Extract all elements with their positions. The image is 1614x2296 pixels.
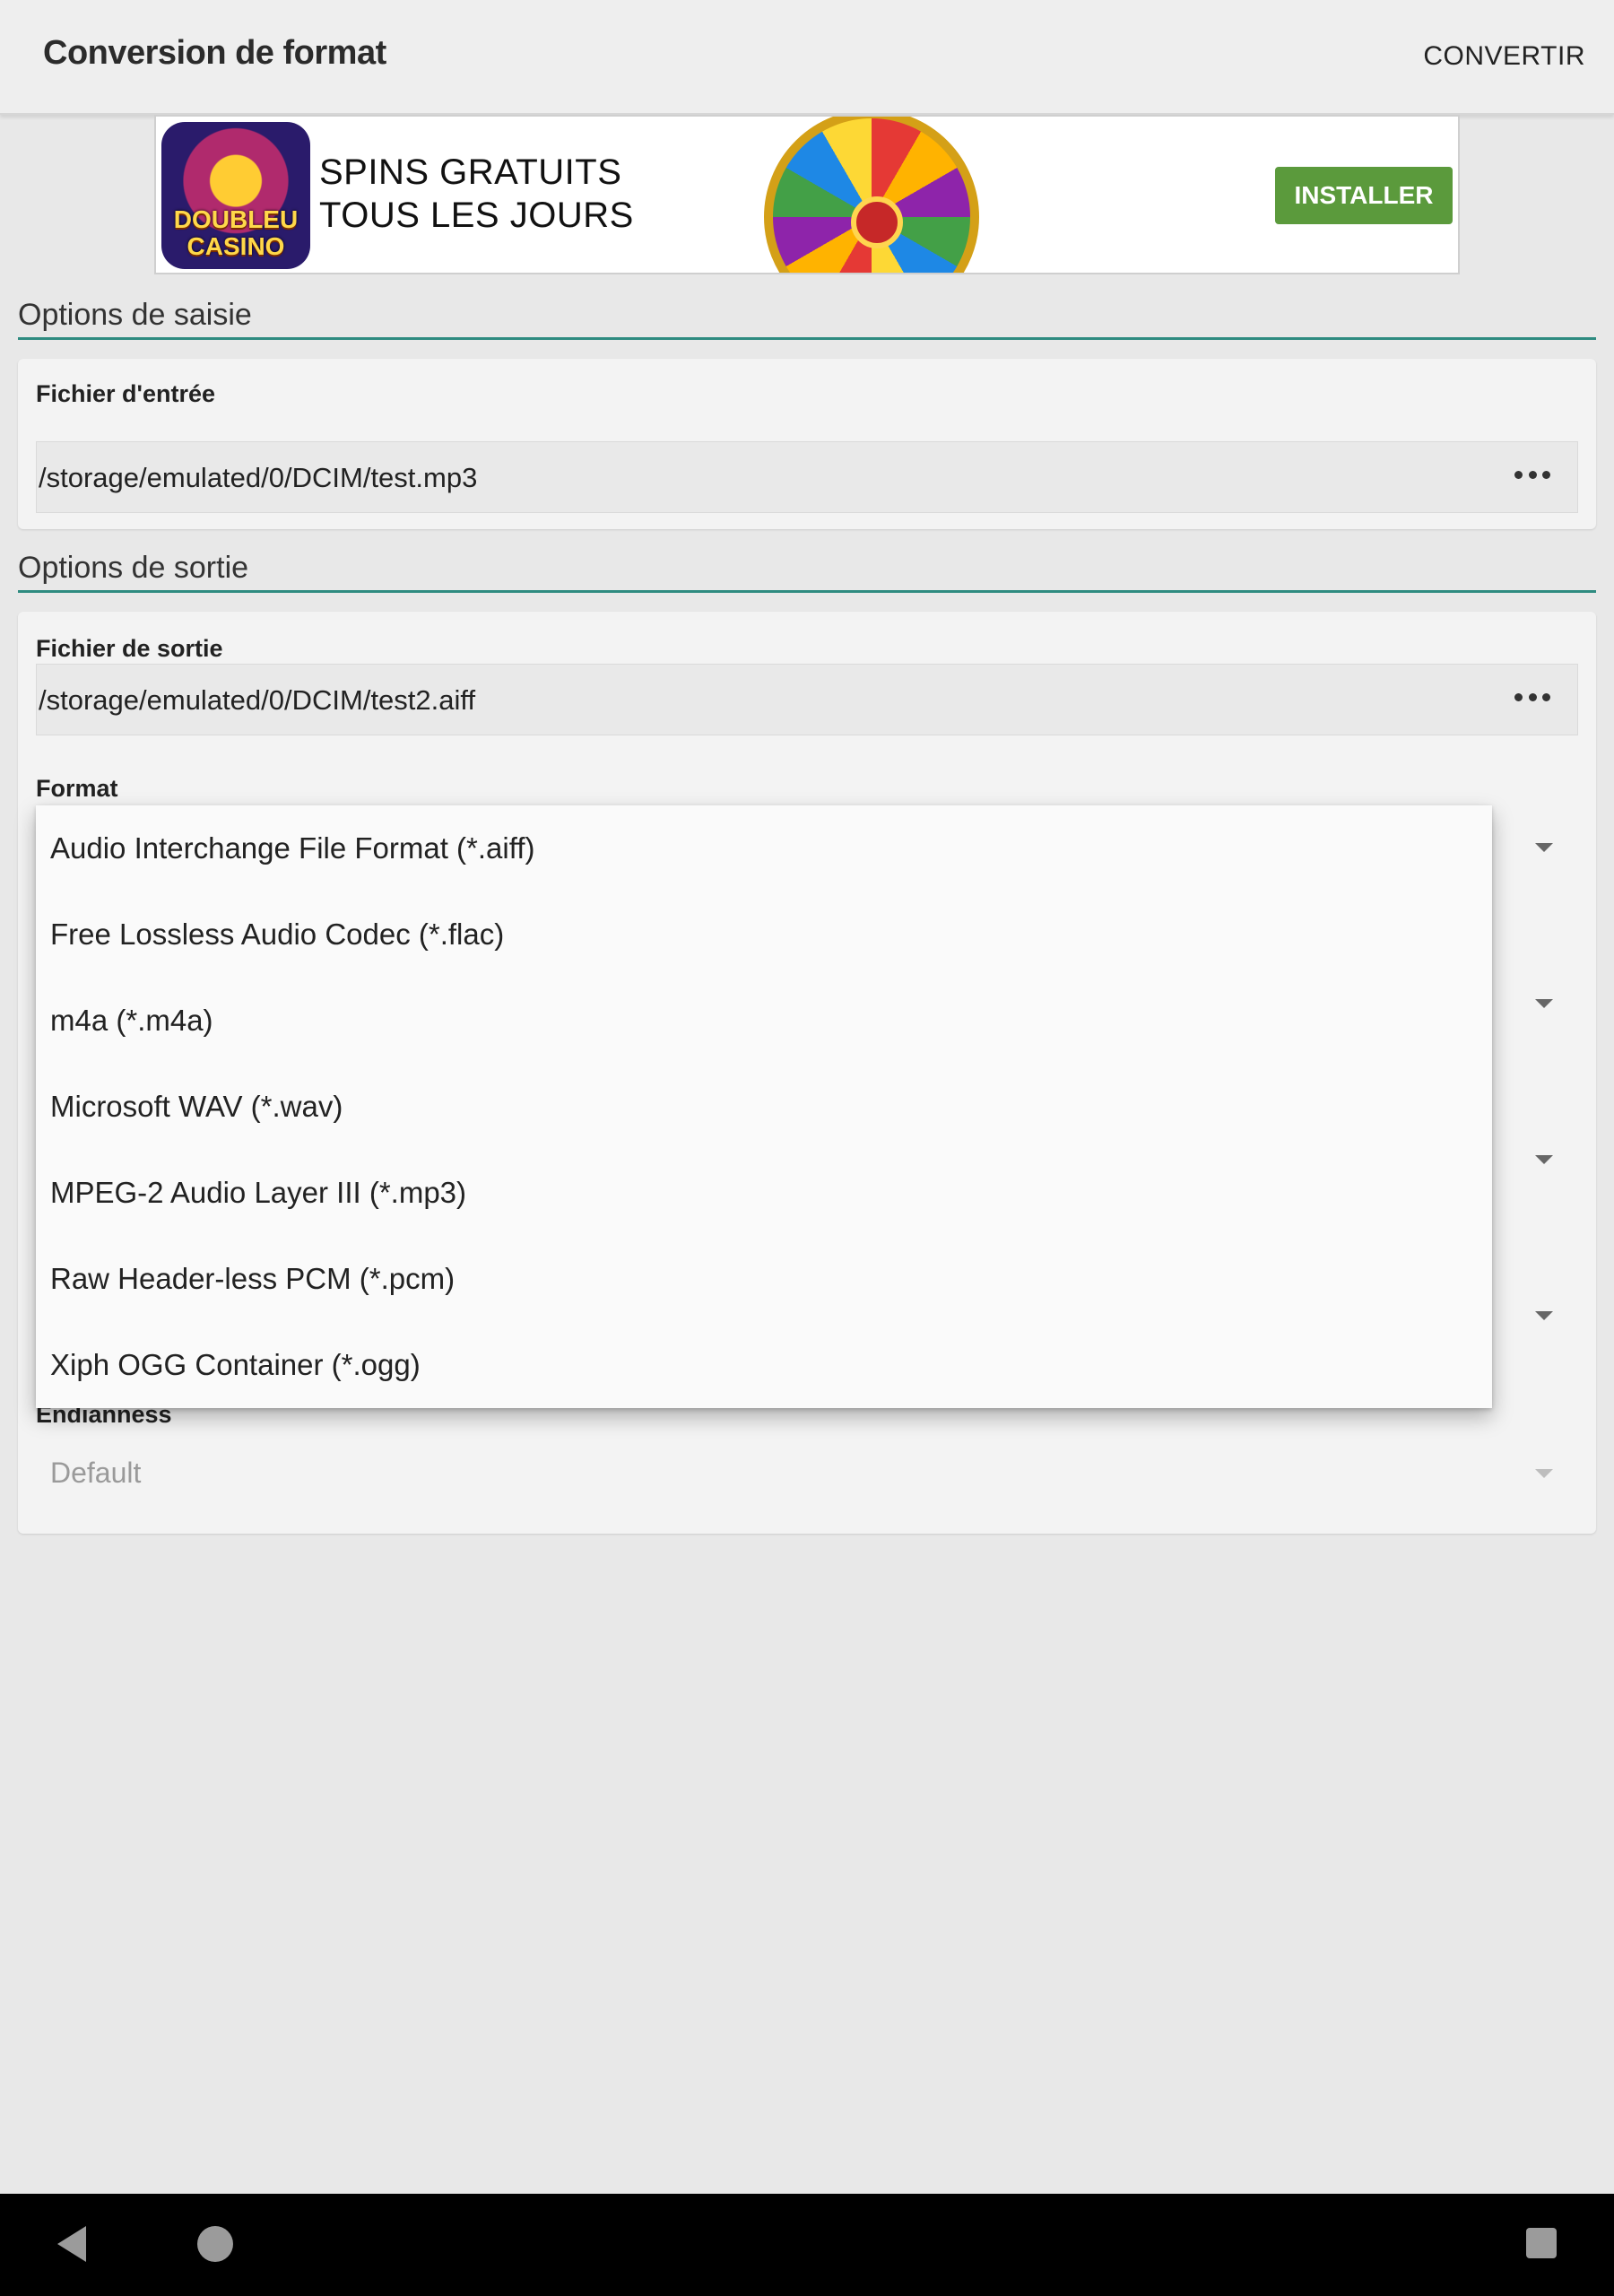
- chevron-down-icon[interactable]: [1535, 1311, 1553, 1320]
- format-option[interactable]: Audio Interchange File Format (*.aiff): [36, 805, 1492, 891]
- format-dropdown-caret-icon[interactable]: [1535, 843, 1553, 852]
- chevron-down-icon[interactable]: [1535, 1155, 1553, 1164]
- format-option[interactable]: Raw Header-less PCM (*.pcm): [36, 1236, 1492, 1322]
- chevron-down-icon[interactable]: [1535, 999, 1553, 1008]
- endianness-select[interactable]: Default: [50, 1457, 141, 1490]
- input-file-field[interactable]: /storage/emulated/0/DCIM/test.mp3: [36, 441, 1578, 513]
- output-file-field[interactable]: /storage/emulated/0/DCIM/test2.aiff: [36, 664, 1578, 735]
- input-file-path: /storage/emulated/0/DCIM/test.mp3: [39, 462, 478, 493]
- format-label: Format: [36, 775, 118, 802]
- format-option[interactable]: Xiph OGG Container (*.ogg): [36, 1322, 1492, 1408]
- ad-install-button[interactable]: INSTALLER: [1275, 167, 1453, 224]
- convert-button[interactable]: CONVERTIR: [1423, 41, 1585, 72]
- fortune-wheel-icon: [764, 117, 979, 273]
- output-file-path: /storage/emulated/0/DCIM/test2.aiff: [39, 684, 476, 716]
- format-option[interactable]: m4a (*.m4a): [36, 978, 1492, 1064]
- section-divider: [18, 337, 1596, 340]
- page-title: Conversion de format: [43, 34, 386, 72]
- endianness-caret-icon[interactable]: [1535, 1469, 1553, 1478]
- format-option[interactable]: MPEG-2 Audio Layer III (*.mp3): [36, 1150, 1492, 1236]
- input-options-title: Options de saisie: [18, 298, 252, 332]
- recent-apps-icon[interactable]: [1526, 2228, 1557, 2258]
- ad-banner[interactable]: DOUBLEU CASINO SPINS GRATUITS TOUS LES J…: [154, 115, 1460, 274]
- output-file-label: Fichier de sortie: [36, 635, 223, 662]
- format-option[interactable]: Microsoft WAV (*.wav): [36, 1064, 1492, 1150]
- output-options-title: Options de sortie: [18, 551, 249, 585]
- back-icon[interactable]: [57, 2226, 86, 2262]
- section-divider: [18, 590, 1596, 593]
- ad-headline-line1: SPINS GRATUITS: [319, 152, 622, 192]
- format-dropdown-menu: Audio Interchange File Format (*.aiff) F…: [36, 805, 1492, 1408]
- ad-logo-text: DOUBLEU CASINO: [173, 205, 299, 260]
- more-options-icon[interactable]: [1514, 467, 1550, 482]
- system-navigation-bar: [0, 2194, 1614, 2296]
- input-file-label: Fichier d'entrée: [36, 380, 215, 407]
- format-option[interactable]: Free Lossless Audio Codec (*.flac): [36, 891, 1492, 978]
- app-bar: Conversion de format CONVERTIR: [0, 0, 1614, 115]
- ad-headline: SPINS GRATUITS TOUS LES JOURS: [319, 151, 634, 237]
- ad-headline-line2: TOUS LES JOURS: [319, 196, 634, 235]
- casino-logo-icon: DOUBLEU CASINO: [161, 122, 310, 269]
- home-icon[interactable]: [197, 2226, 233, 2262]
- more-options-icon[interactable]: [1514, 690, 1550, 704]
- input-options-card: Fichier d'entrée /storage/emulated/0/DCI…: [18, 359, 1596, 529]
